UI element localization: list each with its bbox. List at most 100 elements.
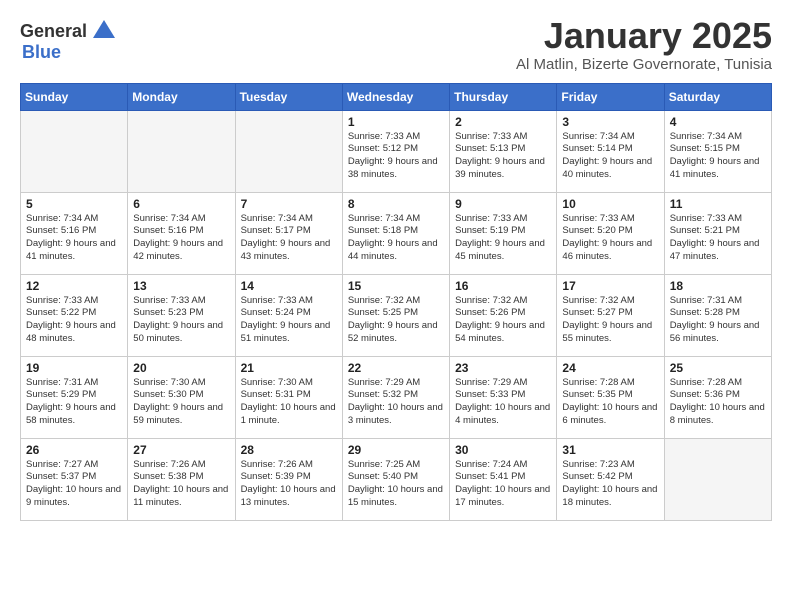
logo-blue-text: Blue (22, 42, 61, 62)
table-row: 19 Sunrise: 7:31 AM Sunset: 5:29 PM Dayli… (21, 356, 128, 438)
day-number: 27 (133, 443, 229, 457)
calendar-week-row: 26 Sunrise: 7:27 AM Sunset: 5:37 PM Dayli… (21, 438, 772, 520)
day-details: Sunrise: 7:33 AM Sunset: 5:23 PM Dayligh… (133, 295, 229, 346)
day-details: Sunrise: 7:34 AM Sunset: 5:16 PM Dayligh… (26, 213, 122, 264)
table-row: 18Sunrise: 7:31 AM Sunset: 5:28 PM Dayli… (664, 274, 771, 356)
day-details: Sunrise: 7:33 AM Sunset: 5:19 PM Dayligh… (455, 213, 551, 264)
day-number: 24 (562, 361, 658, 375)
day-number: 13 (133, 279, 229, 293)
table-row: 3 Sunrise: 7:34 AM Sunset: 5:14 PM Daylig… (557, 110, 664, 192)
table-row: 17Sunrise: 7:32 AM Sunset: 5:27 PM Dayli… (557, 274, 664, 356)
table-row: 8Sunrise: 7:34 AM Sunset: 5:18 PM Daylig… (342, 192, 449, 274)
table-row: 15Sunrise: 7:32 AM Sunset: 5:25 PM Dayli… (342, 274, 449, 356)
day-number: 6 (133, 197, 229, 211)
table-row (128, 110, 235, 192)
day-details: Sunrise: 7:33 AM Sunset: 5:20 PM Dayligh… (562, 213, 658, 264)
calendar-week-row: 5 Sunrise: 7:34 AM Sunset: 5:16 PM Daylig… (21, 192, 772, 274)
day-number: 29 (348, 443, 444, 457)
day-number: 26 (26, 443, 122, 457)
table-row: 21Sunrise: 7:30 AM Sunset: 5:31 PM Dayli… (235, 356, 342, 438)
day-number: 20 (133, 361, 229, 375)
day-details: Sunrise: 7:33 AM Sunset: 5:13 PM Dayligh… (455, 131, 551, 182)
day-number: 21 (241, 361, 337, 375)
day-details: Sunrise: 7:31 AM Sunset: 5:29 PM Dayligh… (26, 377, 122, 428)
table-row: 22 Sunrise: 7:29 AM Sunset: 5:32 PM Dayli… (342, 356, 449, 438)
table-row: 27 Sunrise: 7:26 AM Sunset: 5:38 PM Dayli… (128, 438, 235, 520)
title-block: January 2025 Al Matlin, Bizerte Governor… (516, 16, 772, 73)
calendar-header-row: Sunday Monday Tuesday Wednesday Thursday… (21, 83, 772, 110)
day-details: Sunrise: 7:29 AM Sunset: 5:33 PM Dayligh… (455, 377, 551, 428)
day-number: 11 (670, 197, 766, 211)
calendar-week-row: 1 Sunrise: 7:33 AM Sunset: 5:12 PM Daylig… (21, 110, 772, 192)
table-row: 12Sunrise: 7:33 AM Sunset: 5:22 PM Dayli… (21, 274, 128, 356)
day-details: Sunrise: 7:34 AM Sunset: 5:17 PM Dayligh… (241, 213, 337, 264)
day-details: Sunrise: 7:33 AM Sunset: 5:12 PM Dayligh… (348, 131, 444, 182)
day-number: 19 (26, 361, 122, 375)
logo: General Blue (20, 16, 119, 63)
table-row: 30 Sunrise: 7:24 AM Sunset: 5:41 PM Dayli… (450, 438, 557, 520)
day-number: 31 (562, 443, 658, 457)
day-details: Sunrise: 7:23 AM Sunset: 5:42 PM Dayligh… (562, 459, 658, 510)
day-number: 9 (455, 197, 551, 211)
day-number: 10 (562, 197, 658, 211)
day-details: Sunrise: 7:32 AM Sunset: 5:27 PM Dayligh… (562, 295, 658, 346)
day-number: 15 (348, 279, 444, 293)
table-row: 16Sunrise: 7:32 AM Sunset: 5:26 PM Dayli… (450, 274, 557, 356)
table-row: 20 Sunrise: 7:30 AM Sunset: 5:30 PM Dayli… (128, 356, 235, 438)
day-details: Sunrise: 7:26 AM Sunset: 5:39 PM Dayligh… (241, 459, 337, 510)
day-details: Sunrise: 7:34 AM Sunset: 5:18 PM Dayligh… (348, 213, 444, 264)
col-friday: Friday (557, 83, 664, 110)
day-details: Sunrise: 7:34 AM Sunset: 5:14 PM Dayligh… (562, 131, 658, 182)
day-details: Sunrise: 7:33 AM Sunset: 5:24 PM Dayligh… (241, 295, 337, 346)
table-row (664, 438, 771, 520)
table-row: 25 Sunrise: 7:28 AM Sunset: 5:36 PM Dayli… (664, 356, 771, 438)
table-row: 29 Sunrise: 7:25 AM Sunset: 5:40 PM Dayli… (342, 438, 449, 520)
table-row: 9 Sunrise: 7:33 AM Sunset: 5:19 PM Daylig… (450, 192, 557, 274)
table-row: 28Sunrise: 7:26 AM Sunset: 5:39 PM Dayli… (235, 438, 342, 520)
calendar-table: Sunday Monday Tuesday Wednesday Thursday… (20, 83, 772, 521)
calendar-subtitle: Al Matlin, Bizerte Governorate, Tunisia (516, 56, 772, 73)
table-row: 13 Sunrise: 7:33 AM Sunset: 5:23 PM Dayli… (128, 274, 235, 356)
day-number: 22 (348, 361, 444, 375)
page-container: General Blue January 2025 Al Matlin, Biz… (0, 0, 792, 531)
day-details: Sunrise: 7:27 AM Sunset: 5:37 PM Dayligh… (26, 459, 122, 510)
day-number: 3 (562, 115, 658, 129)
table-row: 4Sunrise: 7:34 AM Sunset: 5:15 PM Daylig… (664, 110, 771, 192)
calendar-week-row: 19 Sunrise: 7:31 AM Sunset: 5:29 PM Dayli… (21, 356, 772, 438)
table-row: 23 Sunrise: 7:29 AM Sunset: 5:33 PM Dayli… (450, 356, 557, 438)
day-number: 2 (455, 115, 551, 129)
col-tuesday: Tuesday (235, 83, 342, 110)
logo-icon (89, 16, 119, 46)
day-details: Sunrise: 7:32 AM Sunset: 5:26 PM Dayligh… (455, 295, 551, 346)
day-details: Sunrise: 7:34 AM Sunset: 5:16 PM Dayligh… (133, 213, 229, 264)
table-row (235, 110, 342, 192)
day-number: 23 (455, 361, 551, 375)
day-details: Sunrise: 7:28 AM Sunset: 5:36 PM Dayligh… (670, 377, 766, 428)
col-thursday: Thursday (450, 83, 557, 110)
day-number: 4 (670, 115, 766, 129)
header: General Blue January 2025 Al Matlin, Biz… (20, 16, 772, 73)
day-number: 5 (26, 197, 122, 211)
day-number: 18 (670, 279, 766, 293)
calendar-title: January 2025 (516, 16, 772, 56)
table-row: 10 Sunrise: 7:33 AM Sunset: 5:20 PM Dayli… (557, 192, 664, 274)
day-number: 30 (455, 443, 551, 457)
table-row: 2 Sunrise: 7:33 AM Sunset: 5:13 PM Daylig… (450, 110, 557, 192)
day-details: Sunrise: 7:29 AM Sunset: 5:32 PM Dayligh… (348, 377, 444, 428)
table-row (21, 110, 128, 192)
day-details: Sunrise: 7:26 AM Sunset: 5:38 PM Dayligh… (133, 459, 229, 510)
col-wednesday: Wednesday (342, 83, 449, 110)
table-row: 14Sunrise: 7:33 AM Sunset: 5:24 PM Dayli… (235, 274, 342, 356)
day-details: Sunrise: 7:30 AM Sunset: 5:30 PM Dayligh… (133, 377, 229, 428)
day-details: Sunrise: 7:24 AM Sunset: 5:41 PM Dayligh… (455, 459, 551, 510)
calendar-week-row: 12Sunrise: 7:33 AM Sunset: 5:22 PM Dayli… (21, 274, 772, 356)
col-monday: Monday (128, 83, 235, 110)
table-row: 5 Sunrise: 7:34 AM Sunset: 5:16 PM Daylig… (21, 192, 128, 274)
table-row: 31 Sunrise: 7:23 AM Sunset: 5:42 PM Dayli… (557, 438, 664, 520)
day-details: Sunrise: 7:33 AM Sunset: 5:21 PM Dayligh… (670, 213, 766, 264)
day-details: Sunrise: 7:33 AM Sunset: 5:22 PM Dayligh… (26, 295, 122, 346)
day-number: 7 (241, 197, 337, 211)
day-details: Sunrise: 7:25 AM Sunset: 5:40 PM Dayligh… (348, 459, 444, 510)
day-number: 1 (348, 115, 444, 129)
day-number: 25 (670, 361, 766, 375)
